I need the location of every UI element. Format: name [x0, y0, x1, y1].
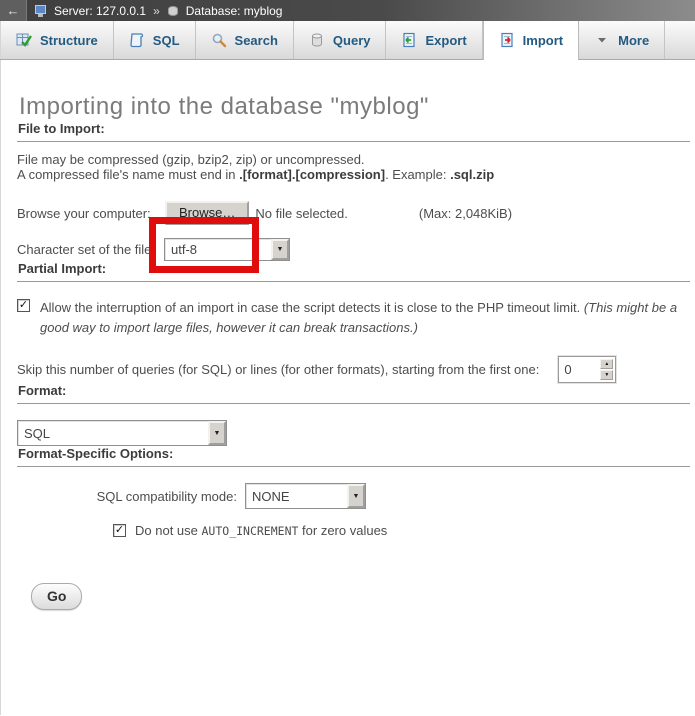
tab-export[interactable]: Export: [386, 21, 482, 59]
tab-label: SQL: [153, 33, 180, 48]
format-row: SQL ▼: [17, 420, 695, 446]
tab-query[interactable]: Query: [294, 21, 387, 59]
tab-label: Structure: [40, 33, 98, 48]
breadcrumb-database[interactable]: Database: myblog: [186, 4, 283, 18]
skip-queries-input[interactable]: 0 ▲ ▼: [558, 356, 616, 383]
auto-increment-row: ✓ Do not use AUTO_INCREMENT for zero val…: [113, 523, 695, 539]
tab-bar: Structure SQL Search Query Export: [0, 21, 695, 60]
tab-label: Search: [235, 33, 278, 48]
skip-queries-value: 0: [559, 357, 598, 382]
breadcrumb-bar: ← Server: 127.0.0.1 » Database: myblog: [0, 0, 695, 21]
structure-icon: [16, 32, 32, 48]
charset-label: Character set of the file:: [17, 242, 164, 257]
compat-select-value: NONE: [246, 484, 347, 508]
tab-label: More: [618, 33, 649, 48]
charset-row: Character set of the file: utf-8 ▼: [17, 238, 695, 261]
allow-interrupt-row: ✓ Allow the interruption of an import in…: [17, 298, 689, 338]
database-icon: [167, 5, 181, 17]
tab-sql[interactable]: SQL: [114, 21, 196, 59]
skip-queries-row: Skip this number of queries (for SQL) or…: [17, 356, 695, 383]
arrow-up-icon: ▲: [604, 362, 609, 367]
allow-interrupt-checkbox[interactable]: ✓: [17, 299, 30, 312]
server-icon: [35, 5, 49, 17]
spinner-buttons: ▲ ▼: [598, 357, 615, 382]
browse-label: Browse your computer:: [17, 206, 165, 221]
browse-row: Browse your computer: Browse… No file se…: [17, 201, 695, 225]
sql-icon: [129, 32, 145, 48]
format-select-value: SQL: [18, 421, 208, 445]
section-heading-format-specific: Format-Specific Options:: [17, 446, 690, 467]
breadcrumb-server[interactable]: Server: 127.0.0.1: [54, 4, 146, 18]
auto-increment-checkbox[interactable]: ✓: [113, 524, 126, 537]
tab-label: Query: [333, 33, 371, 48]
spinner-down-button[interactable]: ▼: [600, 370, 613, 380]
page-title: Importing into the database "myblog": [17, 60, 695, 121]
tab-more[interactable]: More: [579, 21, 665, 59]
spinner-up-button[interactable]: ▲: [600, 359, 613, 369]
query-icon: [309, 32, 325, 48]
no-file-selected-text: No file selected.: [255, 206, 348, 221]
arrow-down-icon: ▼: [604, 373, 609, 378]
breadcrumb-separator: »: [151, 4, 162, 18]
compat-label: SQL compatibility mode:: [17, 489, 245, 504]
tab-label: Import: [523, 33, 563, 48]
back-button[interactable]: ←: [0, 0, 27, 21]
charset-select-value: utf-8: [165, 239, 271, 260]
tab-structure[interactable]: Structure: [0, 21, 114, 59]
chevron-down-icon: [594, 32, 610, 48]
search-icon: [211, 32, 227, 48]
allow-interrupt-text: Allow the interruption of an import in c…: [40, 298, 689, 338]
chevron-down-icon: ▼: [271, 239, 289, 260]
max-size-text: (Max: 2,048KiB): [419, 206, 512, 221]
section-heading-file-to-import: File to Import:: [17, 121, 690, 142]
tab-bar-filler: [665, 21, 695, 59]
back-arrow-icon: ←: [7, 3, 20, 18]
breadcrumb: Server: 127.0.0.1 » Database: myblog: [27, 4, 282, 18]
section-heading-partial-import: Partial Import:: [17, 261, 690, 282]
tab-search[interactable]: Search: [196, 21, 294, 59]
auto-increment-text: Do not use AUTO_INCREMENT for zero value…: [135, 523, 387, 539]
go-row: Go: [17, 583, 695, 610]
tab-import[interactable]: Import: [483, 21, 579, 60]
skip-queries-label: Skip this number of queries (for SQL) or…: [17, 362, 539, 377]
charset-select[interactable]: utf-8 ▼: [164, 238, 290, 261]
check-icon: ✓: [19, 300, 28, 311]
format-select[interactable]: SQL ▼: [17, 420, 227, 446]
go-button[interactable]: Go: [31, 583, 82, 610]
chevron-down-icon: ▼: [208, 421, 226, 445]
tab-label: Export: [425, 33, 466, 48]
export-icon: [401, 32, 417, 48]
compat-select[interactable]: NONE ▼: [245, 483, 366, 509]
compat-row: SQL compatibility mode: NONE ▼: [17, 483, 695, 509]
check-icon: ✓: [115, 525, 124, 536]
section-heading-format: Format:: [17, 383, 690, 404]
chevron-down-icon: ▼: [347, 484, 365, 508]
import-icon: [499, 32, 515, 48]
browse-button[interactable]: Browse…: [165, 201, 249, 225]
compression-help-text: File may be compressed (gzip, bzip2, zip…: [17, 152, 695, 182]
main-content: Importing into the database "myblog" Fil…: [0, 60, 695, 715]
